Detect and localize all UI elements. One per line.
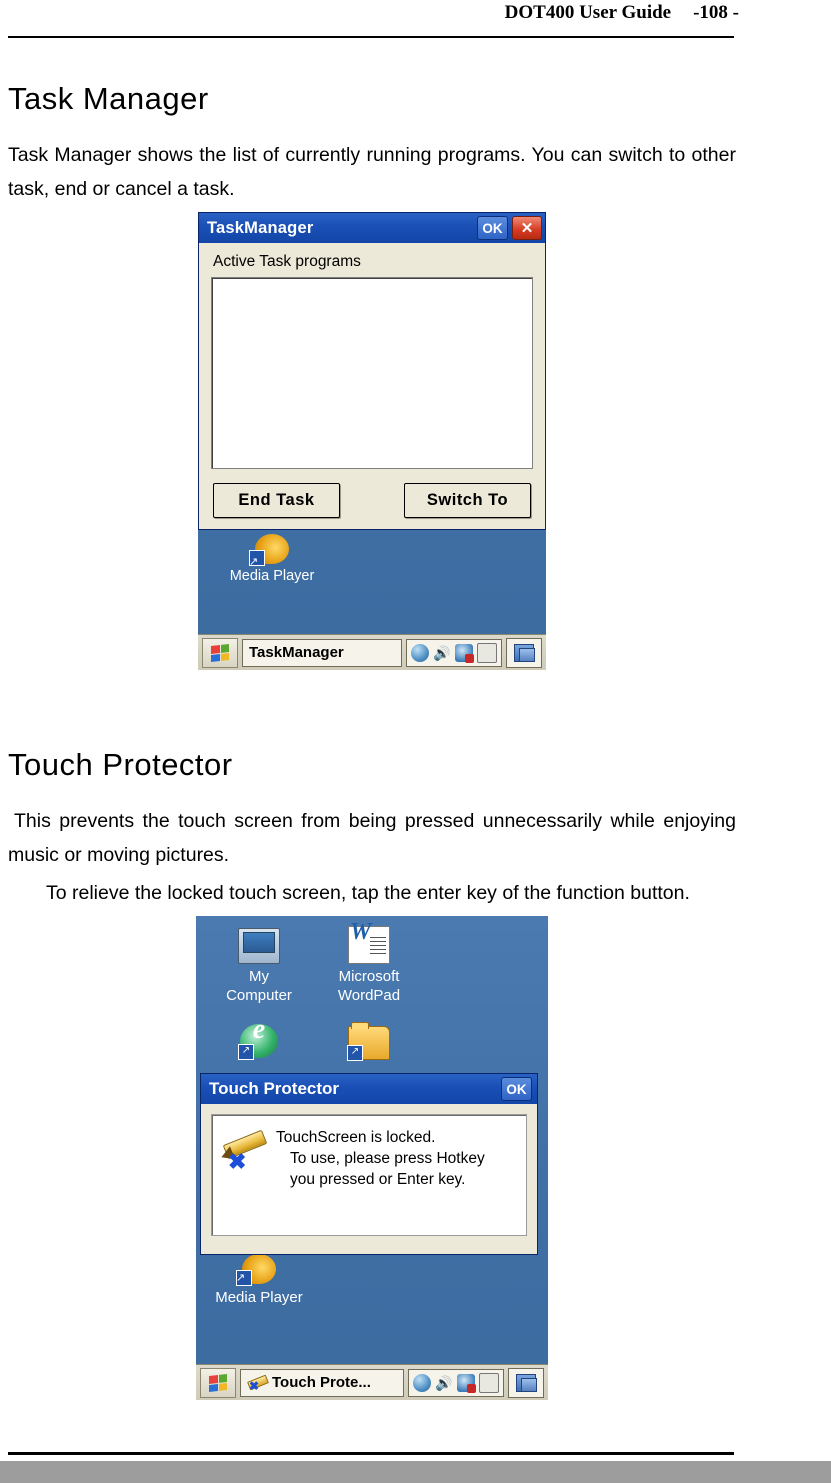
globe-icon[interactable]: [411, 643, 429, 662]
touch-protector-message: TouchScreen is locked. To use, please pr…: [276, 1127, 485, 1190]
desktop-icon-media-player[interactable]: Media Player: [212, 534, 332, 584]
desktop-icon-internet-explorer[interactable]: ↗: [204, 1020, 314, 1061]
desktop-icon-my-computer[interactable]: My Computer: [204, 928, 314, 1005]
speaker-icon[interactable]: 🔊: [433, 644, 451, 662]
desktop-icon-wordpad[interactable]: Microsoft WordPad: [314, 923, 424, 1005]
speaker-icon[interactable]: 🔊: [435, 1374, 453, 1392]
ok-button[interactable]: OK: [477, 216, 508, 241]
task-manager-screenshot: TaskManager OK ✕ Active Task programs En…: [8, 212, 736, 671]
windows-start-icon[interactable]: [202, 637, 238, 668]
paragraph-touch-protector-relieve: To relieve the locked touch screen, tap …: [46, 882, 690, 905]
footer-divider: [8, 1452, 734, 1455]
taskbar-task-label: TaskManager: [249, 644, 344, 662]
touch-protector-screenshot: My Computer Microsoft WordPad ↗ ↗: [8, 916, 736, 1401]
section-heading-task-manager: Task Manager: [8, 81, 209, 116]
footer-bar: [0, 1461, 831, 1483]
media-player-icon: [236, 1254, 278, 1288]
device-screen-task-manager: TaskManager OK ✕ Active Task programs En…: [198, 212, 546, 671]
taskmanager-buttons: End Task Switch To: [211, 483, 533, 519]
header-title: DOT400 User Guide: [504, 2, 672, 23]
system-tray: 🔊: [408, 1368, 504, 1397]
keyboard-icon[interactable]: [477, 642, 497, 663]
paragraph-task-manager-intro: Task Manager shows the list of currently…: [8, 144, 736, 201]
taskbar-task-button[interactable]: TaskManager: [242, 638, 402, 667]
active-task-list[interactable]: [211, 277, 533, 470]
paragraph-text: This prevents the touch screen from bein…: [8, 810, 736, 867]
switch-to-button[interactable]: Switch To: [404, 483, 531, 519]
show-desktop-icon[interactable]: [508, 1367, 544, 1398]
message-line-1: TouchScreen is locked.: [276, 1129, 436, 1147]
desktop-icon-label-line2: WordPad: [337, 987, 401, 1005]
taskmanager-body: Active Task programs End Task Switch To: [199, 243, 545, 526]
desktop-icon-label-line1: Media Player: [215, 1289, 303, 1307]
touch-protector-dialog: Touch Protector OK ✖ TouchScreen is lock…: [200, 1073, 538, 1256]
my-computer-icon: [238, 928, 280, 965]
wordpad-icon: [348, 923, 390, 965]
page-header: DOT400 User Guide -108 -: [0, 0, 831, 40]
close-icon[interactable]: ✕: [512, 216, 542, 241]
taskbar: ✖ Touch Prote... 🔊: [196, 1364, 548, 1401]
device-screen-touch-protector: My Computer Microsoft WordPad ↗ ↗: [196, 916, 548, 1401]
ok-button[interactable]: OK: [501, 1077, 532, 1102]
taskmanager-dialog: TaskManager OK ✕ Active Task programs En…: [198, 212, 546, 531]
paragraph-touch-protector-intro: This prevents the touch screen from bein…: [8, 804, 736, 872]
desktop-icon-folder[interactable]: ↗: [314, 1022, 424, 1063]
touch-protector-title: Touch Protector: [209, 1079, 340, 1099]
touch-protector-message-area: ✖ TouchScreen is locked. To use, please …: [211, 1114, 527, 1237]
header-divider: [8, 36, 734, 38]
keyboard-icon[interactable]: [479, 1372, 499, 1393]
message-line-3: you pressed or Enter key.: [290, 1171, 466, 1189]
desktop-icon-media-player[interactable]: Media Player: [204, 1254, 314, 1307]
media-player-icon: [249, 534, 291, 568]
touch-protector-titlebar: Touch Protector OK: [201, 1074, 537, 1105]
desktop-icon-label-line1: My: [249, 968, 269, 986]
taskbar-task-button[interactable]: ✖ Touch Prote...: [240, 1368, 404, 1397]
locked-pencil-icon: ✖: [218, 1129, 268, 1173]
taskmanager-title: TaskManager: [207, 218, 314, 237]
show-desktop-icon[interactable]: [506, 637, 542, 668]
document-content: Task Manager Task Manager shows the list…: [8, 60, 736, 1401]
section-heading-touch-protector: Touch Protector: [8, 747, 233, 783]
ime-icon[interactable]: [455, 643, 474, 663]
locked-pencil-icon: ✖: [247, 1374, 269, 1392]
taskbar: TaskManager 🔊: [198, 634, 546, 671]
ime-icon[interactable]: [457, 1373, 476, 1393]
internet-explorer-icon: ↗: [238, 1020, 278, 1061]
taskbar-task-label: Touch Prote...: [272, 1374, 371, 1392]
document-page: DOT400 User Guide -108 - Task Manager Ta…: [0, 0, 831, 1483]
taskmanager-titlebar: TaskManager OK ✕: [199, 213, 545, 244]
folder-icon: ↗: [347, 1022, 390, 1062]
message-line-2: To use, please press Hotkey: [290, 1150, 485, 1168]
system-tray: 🔊: [406, 638, 502, 667]
windows-start-icon[interactable]: [200, 1367, 236, 1398]
end-task-button[interactable]: End Task: [213, 483, 340, 519]
active-task-programs-label: Active Task programs: [213, 253, 361, 271]
desktop-icon-label-line1: Microsoft: [338, 968, 400, 986]
desktop-icon-label: Media Player: [229, 568, 315, 585]
desktop-icon-label-line2: Computer: [226, 987, 292, 1005]
header-page-number: -108 -: [693, 2, 739, 23]
globe-icon[interactable]: [413, 1373, 431, 1392]
